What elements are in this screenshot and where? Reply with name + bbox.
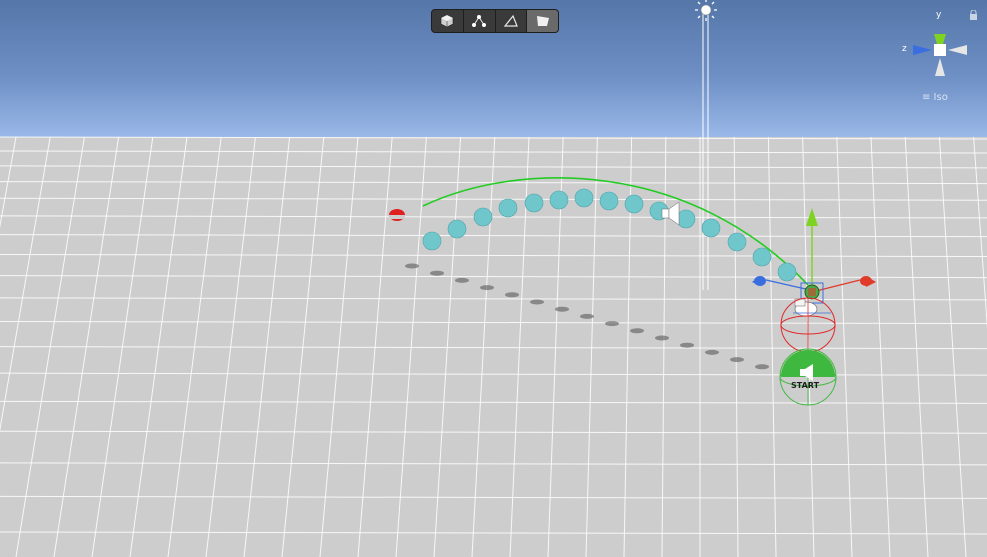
grid-line bbox=[0, 136, 987, 140]
light-gizmo[interactable] bbox=[695, 0, 717, 290]
projection-toggle[interactable]: ≡ Iso bbox=[922, 92, 948, 103]
grid-line bbox=[0, 462, 987, 466]
ball-shadow bbox=[580, 313, 594, 319]
ball bbox=[422, 231, 442, 251]
ball bbox=[447, 219, 467, 239]
ball-shadow bbox=[655, 335, 669, 341]
ball-shadow bbox=[705, 349, 719, 355]
cube-icon bbox=[441, 14, 454, 28]
grid-line bbox=[0, 254, 987, 258]
ball-shadow bbox=[405, 263, 419, 269]
mesh-button[interactable] bbox=[496, 10, 528, 32]
sphere-collider-red bbox=[780, 297, 836, 353]
scene-canvas[interactable] bbox=[0, 0, 987, 557]
ground-grid bbox=[0, 136, 987, 557]
ball-shadow bbox=[730, 357, 744, 363]
scene-toolbar bbox=[431, 9, 559, 33]
x-axis-handle[interactable] bbox=[811, 276, 876, 293]
ball bbox=[524, 193, 544, 213]
ball bbox=[549, 190, 569, 210]
ball bbox=[727, 232, 747, 252]
target-marker-red[interactable] bbox=[389, 209, 405, 221]
grid-line bbox=[0, 321, 987, 325]
grid-line bbox=[0, 234, 987, 238]
scene-viewport[interactable]: START y z ≡ Iso bbox=[0, 0, 987, 557]
z-cone-icon[interactable] bbox=[913, 45, 932, 55]
ball bbox=[624, 194, 644, 214]
ball-shadow bbox=[555, 306, 569, 312]
ball bbox=[498, 198, 518, 218]
ball bbox=[574, 188, 594, 208]
ball bbox=[701, 218, 721, 238]
x-cone-icon[interactable] bbox=[948, 45, 967, 55]
collider-gizmo bbox=[793, 298, 831, 317]
grid-line bbox=[0, 372, 987, 376]
gizmo-center-cube[interactable] bbox=[934, 44, 946, 56]
sun-icon[interactable] bbox=[695, 0, 717, 21]
ball bbox=[676, 209, 696, 229]
ball-shadow bbox=[755, 364, 769, 370]
start-label: START bbox=[791, 381, 820, 390]
ball-shadow bbox=[680, 342, 694, 348]
grid-line bbox=[0, 495, 987, 499]
nodes-icon bbox=[472, 15, 487, 27]
triangle-icon bbox=[503, 14, 518, 27]
y-axis-label: y bbox=[936, 10, 942, 20]
ball-shadow bbox=[605, 321, 619, 327]
ball-shadow bbox=[630, 328, 644, 334]
plane-icon bbox=[536, 16, 549, 26]
z-axis-label: z bbox=[902, 44, 907, 54]
ball-shadow bbox=[480, 285, 494, 291]
grid-line bbox=[0, 297, 987, 301]
ball bbox=[473, 207, 493, 227]
ball bbox=[777, 262, 797, 282]
ball-shadow bbox=[530, 299, 544, 305]
ball-shadows bbox=[405, 263, 769, 370]
ball bbox=[752, 247, 772, 267]
ball-shadow bbox=[505, 292, 519, 298]
down-cone-icon[interactable] bbox=[935, 58, 945, 76]
y-axis-handle[interactable] bbox=[806, 208, 818, 288]
grid-line bbox=[0, 430, 987, 434]
trajectory-arc bbox=[422, 177, 809, 286]
grid-line bbox=[0, 215, 987, 219]
plane-button[interactable] bbox=[527, 10, 558, 32]
ball-shadow bbox=[430, 270, 444, 276]
wireframe-button[interactable] bbox=[464, 10, 496, 32]
grid-line bbox=[0, 531, 987, 535]
grid-line bbox=[471, 136, 496, 557]
shaded-button[interactable] bbox=[432, 10, 464, 32]
grid-line bbox=[0, 346, 987, 350]
grid-line bbox=[0, 275, 987, 279]
ball-shadow bbox=[455, 277, 469, 283]
lock-icon[interactable] bbox=[969, 10, 978, 20]
gizmo-axes bbox=[913, 34, 967, 76]
grid-line bbox=[0, 400, 987, 404]
ball-trail bbox=[422, 188, 797, 282]
ball bbox=[599, 191, 619, 211]
